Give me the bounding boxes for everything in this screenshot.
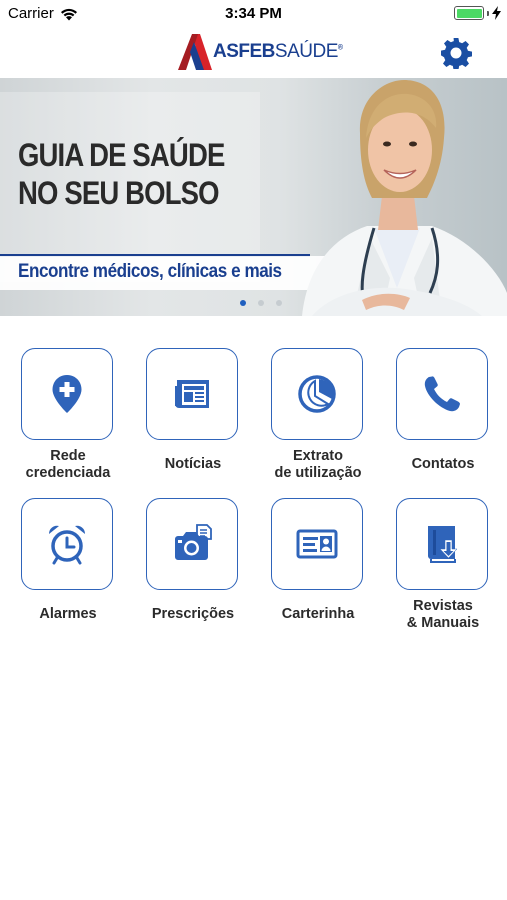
tile-box[interactable] — [146, 348, 238, 440]
battery-cap — [487, 10, 489, 16]
tile-label: Alarmes — [39, 606, 97, 622]
menu-item-alarmes[interactable]: Alarmes — [21, 498, 115, 623]
camera-icon — [175, 524, 212, 560]
status-bar: Carrier 3:34 PM — [0, 0, 507, 28]
carousel-dot[interactable] — [240, 300, 246, 306]
newspaper-icon — [175, 380, 209, 408]
tile-label-line2: credenciada — [25, 465, 111, 481]
tile-box[interactable] — [21, 498, 113, 590]
tile-label: Extrato de utilização — [271, 448, 365, 482]
tile-box[interactable] — [21, 348, 113, 440]
logo-registered-mark: ® — [337, 44, 343, 52]
tile-box[interactable] — [271, 348, 363, 440]
tile-label-line1: Revistas — [413, 598, 473, 614]
logo-bold-text: ASFEB — [213, 41, 275, 62]
app-header: ASFEBSAÚDE® — [0, 28, 507, 78]
tile-box[interactable] — [271, 498, 363, 590]
menu-item-revistas-manuais[interactable]: Revistas & Manuais — [396, 498, 490, 632]
menu-item-rede-credenciada[interactable]: Rede credenciada — [21, 348, 115, 482]
tile-label: Rede credenciada — [21, 448, 115, 482]
asfeb-logo: ASFEBSAÚDE® — [178, 34, 343, 70]
carousel-pagination[interactable] — [15, 300, 507, 306]
menu-item-contatos[interactable]: Contatos — [396, 348, 490, 473]
banner-subtitle: Encontre médicos, clínicas e mais — [18, 261, 282, 282]
tile-label: Prescrições — [151, 606, 235, 622]
status-time: 3:34 PM — [225, 5, 282, 22]
logo-mark-icon — [178, 34, 212, 70]
menu-item-prescricoes[interactable]: Prescrições — [146, 498, 240, 623]
carousel-dot[interactable] — [258, 300, 264, 306]
doctor-illustration — [302, 80, 507, 316]
logo-light-text: SAÚDE — [274, 41, 338, 62]
alarm-clock-icon — [48, 525, 86, 565]
tile-label: Contatos — [411, 456, 475, 472]
book-download-icon — [428, 526, 458, 563]
gear-icon[interactable] — [440, 37, 472, 69]
charging-bolt-icon — [492, 6, 501, 20]
tile-label-line2: de utilização — [274, 465, 362, 481]
banner-title-line2: NO SEU BOLSO — [18, 175, 220, 211]
tile-box[interactable] — [146, 498, 238, 590]
tile-label: Notícias — [164, 456, 222, 472]
tile-box[interactable] — [396, 348, 488, 440]
id-card-icon — [296, 529, 338, 559]
pie-chart-icon — [298, 375, 336, 413]
logo-text: ASFEBSAÚDE® — [213, 41, 343, 63]
menu-item-noticias[interactable]: Notícias — [146, 348, 240, 473]
tile-box[interactable] — [396, 498, 488, 590]
menu-item-carterinha[interactable]: Carterinha — [271, 498, 365, 623]
promo-banner[interactable]: GUIA DE SAÚDE NO SEU BOLSO Encontre médi… — [0, 78, 507, 316]
tile-label-line1: Extrato — [293, 448, 343, 464]
map-pin-plus-icon — [52, 375, 82, 413]
tile-label: Revistas & Manuais — [396, 598, 490, 632]
battery-icon — [454, 6, 484, 20]
banner-title: GUIA DE SAÚDE NO SEU BOLSO — [18, 136, 225, 212]
carousel-dot[interactable] — [276, 300, 282, 306]
menu-item-extrato[interactable]: Extrato de utilização — [271, 348, 365, 482]
banner-title-line1: GUIA DE SAÚDE — [18, 137, 225, 173]
tile-label: Carterinha — [281, 606, 355, 622]
tile-label-line2: & Manuais — [406, 615, 480, 631]
battery-indicator — [454, 6, 501, 20]
phone-icon — [424, 376, 460, 412]
battery-fill — [456, 8, 482, 18]
tile-label-line1: Rede — [50, 448, 86, 464]
